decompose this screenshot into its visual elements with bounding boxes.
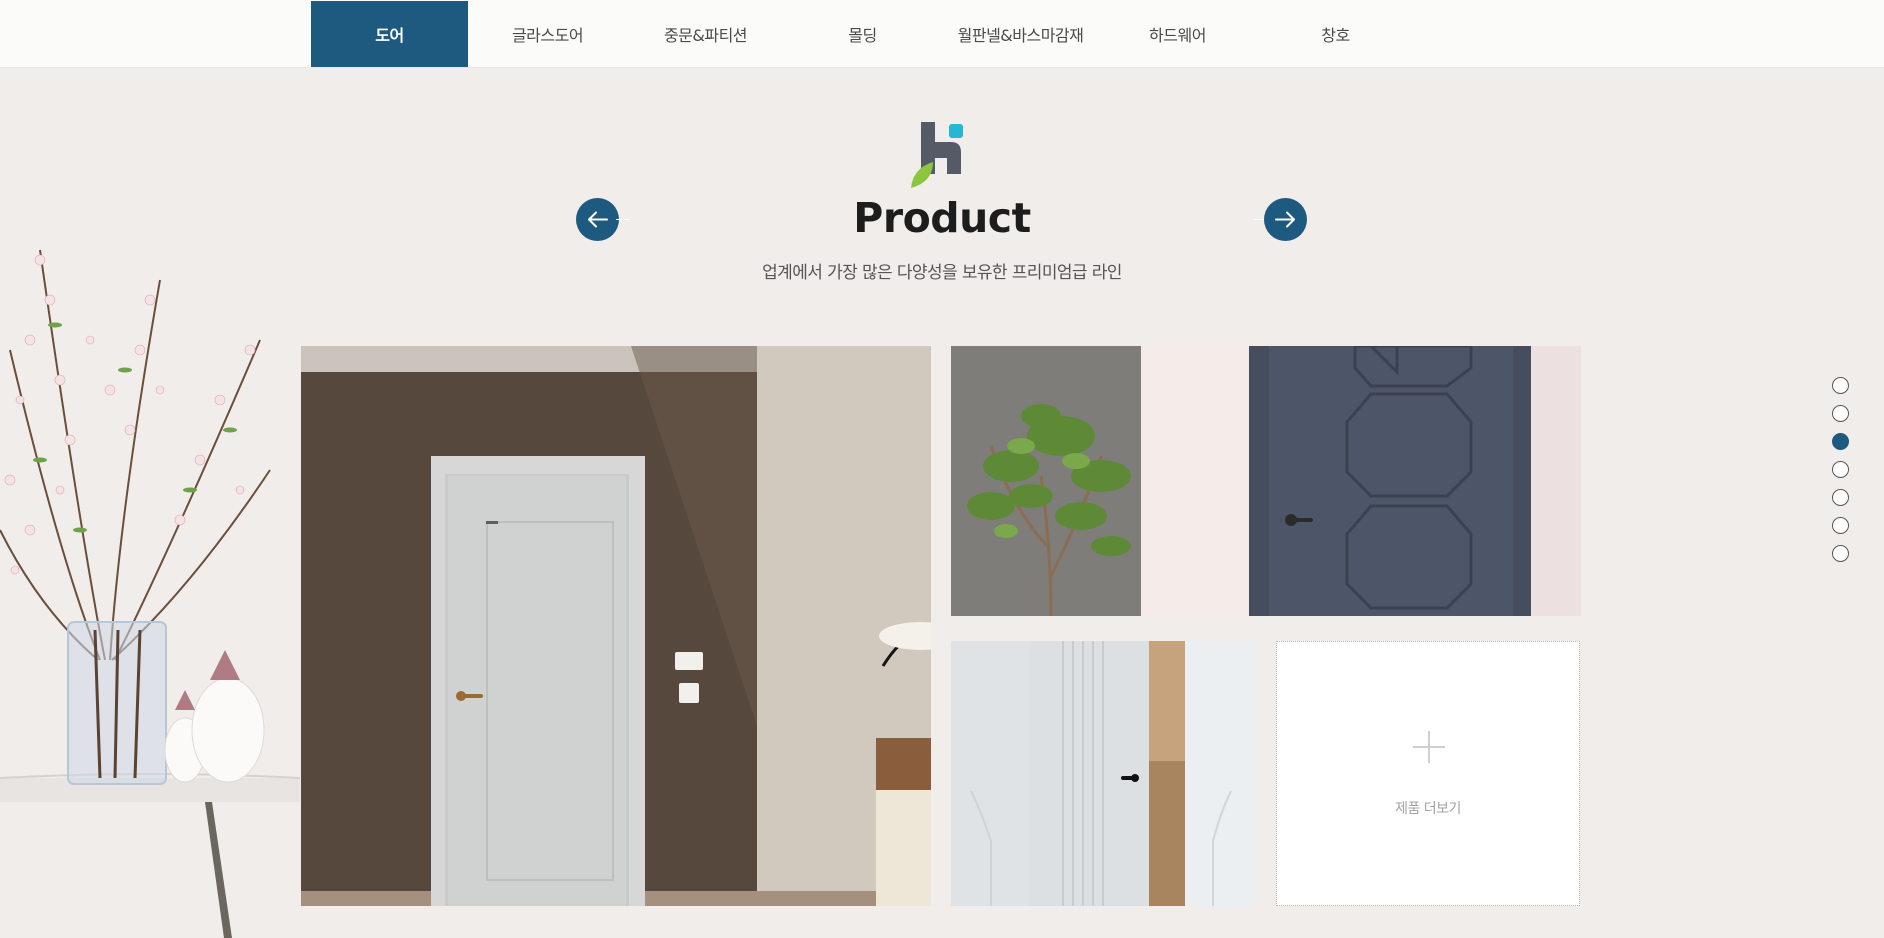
next-button[interactable] <box>1264 198 1307 241</box>
tab-molding[interactable]: 몰딩 <box>784 1 941 67</box>
tab-window[interactable]: 창호 <box>1257 1 1414 67</box>
navy-door-image <box>951 346 1581 616</box>
arrow-right-icon <box>1275 211 1295 228</box>
prev-button[interactable] <box>576 198 619 241</box>
decorative-vase-image <box>0 249 300 938</box>
prev-arrow-tail <box>616 219 630 220</box>
pager-dot[interactable] <box>1832 545 1849 562</box>
pager-dot[interactable] <box>1832 461 1849 478</box>
tab-glass-door[interactable]: 글라스도어 <box>469 1 626 67</box>
pager-dot[interactable] <box>1832 405 1849 422</box>
tab-hardware[interactable]: 하드웨어 <box>1099 1 1256 67</box>
pager-dot-active[interactable] <box>1832 433 1849 450</box>
plus-icon <box>1413 731 1445 763</box>
category-nav: 도어 글라스도어 중문&파티션 몰딩 월판넬&바스마감재 하드웨어 창호 <box>0 0 1884 68</box>
tab-wall-panel[interactable]: 월판넬&바스마감재 <box>942 1 1099 67</box>
arrow-left-icon <box>588 211 608 228</box>
brand-logo <box>911 122 963 188</box>
pager-dot[interactable] <box>1832 489 1849 506</box>
product-tile-fluted-door[interactable] <box>951 641 1256 906</box>
pager-dot[interactable] <box>1832 517 1849 534</box>
white-door-image <box>301 346 931 906</box>
more-products-button[interactable]: 제품 더보기 <box>1276 641 1580 906</box>
pager-dot[interactable] <box>1832 377 1849 394</box>
section-title: Product <box>853 194 1031 242</box>
fluted-door-image <box>951 641 1256 906</box>
section-subtitle: 업계에서 가장 많은 다양성을 보유한 프리미엄급 라인 <box>762 263 1122 283</box>
more-products-label: 제품 더보기 <box>1395 801 1461 817</box>
product-tile-navy-door[interactable] <box>951 346 1581 616</box>
tab-door[interactable]: 도어 <box>311 1 468 67</box>
tab-partition[interactable]: 중문&파티션 <box>627 1 784 67</box>
product-tile-white-door[interactable] <box>301 346 931 906</box>
